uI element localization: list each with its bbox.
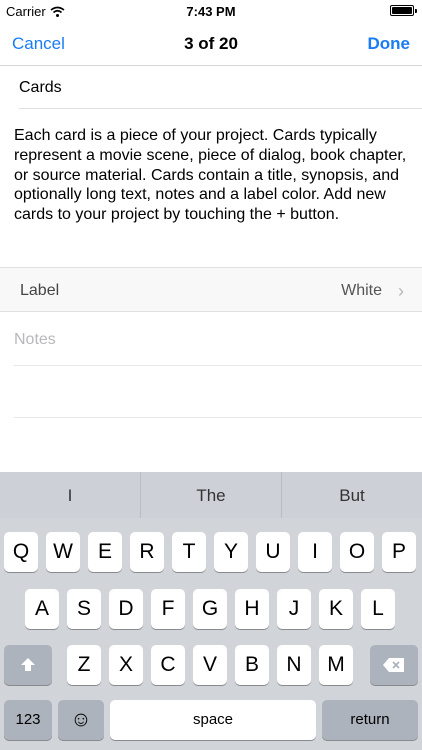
key-i[interactable]: I bbox=[298, 532, 332, 572]
backspace-icon bbox=[383, 658, 404, 672]
chevron-right-icon: › bbox=[398, 281, 404, 301]
key-q[interactable]: Q bbox=[4, 532, 38, 572]
key-a[interactable]: A bbox=[25, 589, 59, 629]
label-value: White bbox=[341, 282, 382, 299]
keyboard: I The But Q W E R T Y U I O P A S D F G … bbox=[0, 472, 422, 750]
notes-field[interactable]: Notes bbox=[14, 331, 56, 349]
key-p[interactable]: P bbox=[382, 532, 416, 572]
key-y[interactable]: Y bbox=[214, 532, 248, 572]
divider bbox=[14, 365, 422, 366]
key-h[interactable]: H bbox=[235, 589, 269, 629]
suggestion-bar: I The But bbox=[0, 472, 422, 518]
shift-key[interactable] bbox=[4, 645, 52, 685]
key-c[interactable]: C bbox=[151, 645, 185, 685]
key-s[interactable]: S bbox=[67, 589, 101, 629]
key-m[interactable]: M bbox=[319, 645, 353, 685]
backspace-key[interactable] bbox=[370, 645, 418, 685]
key-v[interactable]: V bbox=[193, 645, 227, 685]
label-row[interactable]: Label White › bbox=[0, 267, 422, 312]
key-l[interactable]: L bbox=[361, 589, 395, 629]
key-r[interactable]: R bbox=[130, 532, 164, 572]
suggestion-3[interactable]: But bbox=[282, 472, 422, 518]
divider bbox=[14, 417, 422, 418]
key-u[interactable]: U bbox=[256, 532, 290, 572]
label-caption: Label bbox=[20, 282, 60, 299]
card-title-field[interactable]: Cards bbox=[19, 66, 422, 109]
key-x[interactable]: X bbox=[109, 645, 143, 685]
key-k[interactable]: K bbox=[319, 589, 353, 629]
navigation-bar: Cancel 3 of 20 Done bbox=[0, 22, 422, 66]
key-n[interactable]: N bbox=[277, 645, 311, 685]
key-t[interactable]: T bbox=[172, 532, 206, 572]
emoji-key[interactable]: ☺ bbox=[58, 700, 104, 740]
card-synopsis-field[interactable]: Each card is a piece of your project. Ca… bbox=[14, 126, 410, 225]
suggestion-1[interactable]: I bbox=[0, 472, 141, 518]
key-e[interactable]: E bbox=[88, 532, 122, 572]
emoji-icon: ☺ bbox=[70, 708, 92, 731]
done-button[interactable]: Done bbox=[368, 34, 411, 54]
space-key[interactable]: space bbox=[110, 700, 316, 740]
page-title: 3 of 20 bbox=[184, 34, 238, 53]
key-z[interactable]: Z bbox=[67, 645, 101, 685]
numbers-key[interactable]: 123 bbox=[4, 700, 52, 740]
key-b[interactable]: B bbox=[235, 645, 269, 685]
key-j[interactable]: J bbox=[277, 589, 311, 629]
key-f[interactable]: F bbox=[151, 589, 185, 629]
suggestion-2[interactable]: The bbox=[141, 472, 282, 518]
key-g[interactable]: G bbox=[193, 589, 227, 629]
key-o[interactable]: O bbox=[340, 532, 374, 572]
key-w[interactable]: W bbox=[46, 532, 80, 572]
status-time: 7:43 PM bbox=[186, 4, 236, 19]
key-d[interactable]: D bbox=[109, 589, 143, 629]
battery-icon bbox=[390, 5, 417, 16]
shift-icon bbox=[21, 658, 35, 671]
return-key[interactable]: return bbox=[322, 700, 418, 740]
status-bar: Carrier 7:43 PM bbox=[0, 0, 422, 22]
